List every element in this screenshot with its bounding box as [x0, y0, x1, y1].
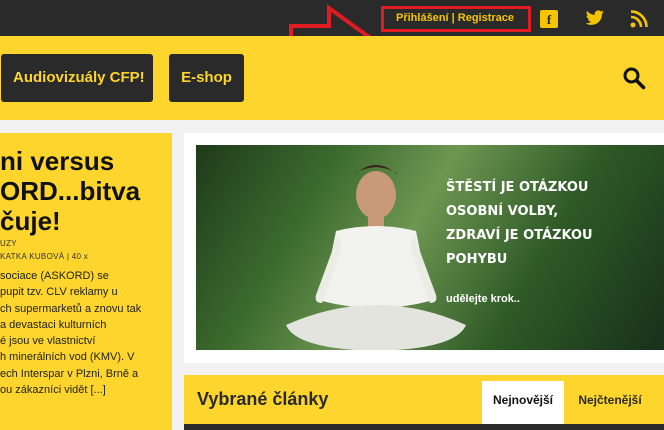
- login-link[interactable]: Přihlášení: [396, 12, 449, 24]
- banner-cta-link[interactable]: udělejte krok..: [446, 293, 520, 305]
- facebook-icon[interactable]: f: [540, 10, 558, 28]
- left-article-author: KATKA KUBOVÁ | 40 x: [0, 252, 89, 261]
- left-article-category: UZY: [0, 239, 17, 248]
- left-article-title[interactable]: ni versus ORD...bitva čuje!: [0, 146, 172, 236]
- login-register-links: Přihlášení | Registrace: [396, 12, 514, 24]
- register-link[interactable]: Registrace: [458, 12, 514, 24]
- login-separator: |: [448, 12, 458, 24]
- nav-eshop-button[interactable]: E-shop: [169, 54, 244, 102]
- search-icon[interactable]: [622, 66, 646, 90]
- nav-audiovizualy-button[interactable]: Audiovizuály CFP!: [1, 54, 153, 102]
- banner-image[interactable]: [196, 145, 664, 350]
- left-article-excerpt: sociace (ASKORD) se pupit tzv. CLV rekla…: [0, 270, 142, 397]
- featured-articles-list-top: [184, 424, 664, 430]
- twitter-icon[interactable]: [585, 10, 605, 26]
- featured-articles-title: Vybrané články: [197, 389, 329, 409]
- tab-newest[interactable]: Nejnovější: [482, 381, 564, 424]
- banner-quote: ŠTĚSTÍ JE OTÁZKOU OSOBNÍ VOLBY, ZDRAVÍ J…: [446, 180, 593, 267]
- rss-icon[interactable]: [630, 10, 648, 28]
- tab-most-read[interactable]: Nejčtenější: [570, 381, 650, 424]
